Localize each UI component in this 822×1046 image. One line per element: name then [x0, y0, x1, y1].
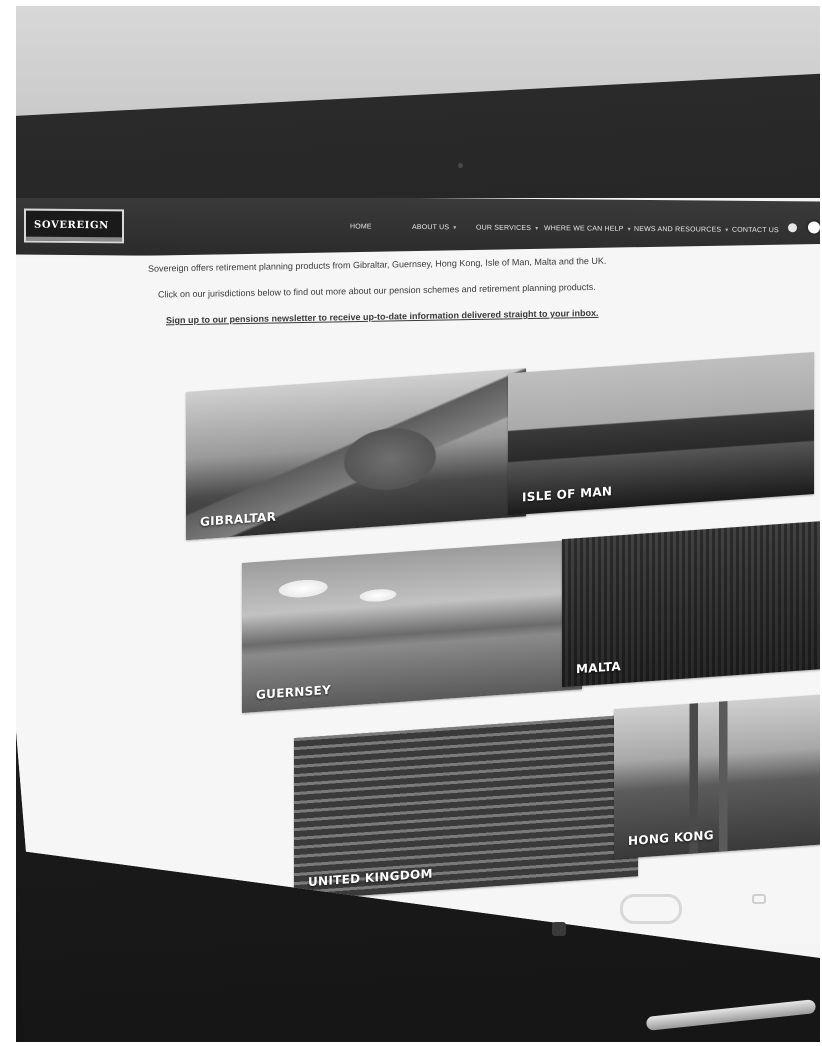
jurisdiction-tile-guernsey[interactable]: GUERNSEY	[242, 539, 582, 713]
nav-our-services[interactable]: OUR SERVICES ▾	[476, 225, 538, 233]
logo-underline	[26, 236, 122, 242]
nav-our-services-label: OUR SERVICES	[476, 224, 532, 232]
tile-label: GIBRALTAR	[200, 509, 277, 529]
jurisdiction-tile-hong-kong[interactable]: HONG KONG	[614, 694, 820, 860]
back-button-icon[interactable]	[552, 922, 566, 936]
home-button[interactable]	[620, 894, 682, 924]
search-icon[interactable]	[806, 219, 820, 236]
nav-home[interactable]: HOME	[350, 223, 372, 230]
caret-down-icon: ▾	[453, 225, 457, 232]
globe-icon[interactable]	[788, 223, 797, 233]
page-content: Sovereign offers retirement planning pro…	[16, 243, 820, 958]
newsletter-link[interactable]: Sign up to our pensions newsletter to re…	[166, 306, 708, 326]
camera-icon	[458, 163, 463, 168]
tile-label: MALTA	[576, 659, 621, 677]
tile-label: UNITED KINGDOM	[308, 866, 433, 890]
nav-news-and-resources[interactable]: NEWS AND RESOURCES ▾	[634, 226, 728, 234]
tile-label: ISLE OF MAN	[522, 484, 613, 505]
intro-line-2: Click on our jurisdictions below to find…	[158, 281, 596, 300]
nav-news-and-resources-label: NEWS AND RESOURCES	[634, 225, 722, 234]
tile-label: GUERNSEY	[256, 682, 332, 702]
jurisdiction-tile-isle-of-man[interactable]: ISLE OF MAN	[508, 352, 814, 516]
caret-down-icon: ▾	[627, 226, 631, 233]
logo-text: SOVEREIGN	[34, 219, 109, 232]
recent-apps-button-icon[interactable]	[752, 894, 766, 904]
photo-frame: SOVEREIGN HOME ABOUT US ▾ OUR SERVICES ▾ W…	[16, 6, 820, 1042]
jurisdiction-tile-united-kingdom[interactable]: UNITED KINGDOM	[294, 714, 638, 901]
jurisdiction-tile-gibraltar[interactable]: GIBRALTAR	[186, 368, 526, 540]
tile-label: HONG KONG	[628, 828, 714, 849]
intro-text: Sovereign offers retirement planning pro…	[148, 254, 708, 342]
tablet-screen: SOVEREIGN HOME ABOUT US ▾ OUR SERVICES ▾ W…	[16, 198, 820, 958]
caret-down-icon: ▾	[535, 226, 539, 233]
caret-down-icon: ▾	[725, 227, 729, 234]
sovereign-logo[interactable]: SOVEREIGN	[24, 208, 124, 244]
nav-where-we-can-help[interactable]: WHERE WE CAN HELP ▾	[544, 225, 631, 233]
jurisdiction-tile-malta[interactable]: MALTA	[562, 521, 820, 688]
nav-where-we-can-help-label: WHERE WE CAN HELP	[544, 225, 624, 233]
nav-about-us[interactable]: ABOUT US ▾	[412, 224, 456, 231]
nav-about-us-label: ABOUT US	[412, 223, 450, 232]
nav-home-label: HOME	[350, 223, 372, 231]
intro-line-1: Sovereign offers retirement planning pro…	[148, 255, 607, 274]
nav-contact-us-label: CONTACT US	[732, 226, 779, 235]
nav-contact-us[interactable]: CONTACT US	[732, 227, 779, 234]
